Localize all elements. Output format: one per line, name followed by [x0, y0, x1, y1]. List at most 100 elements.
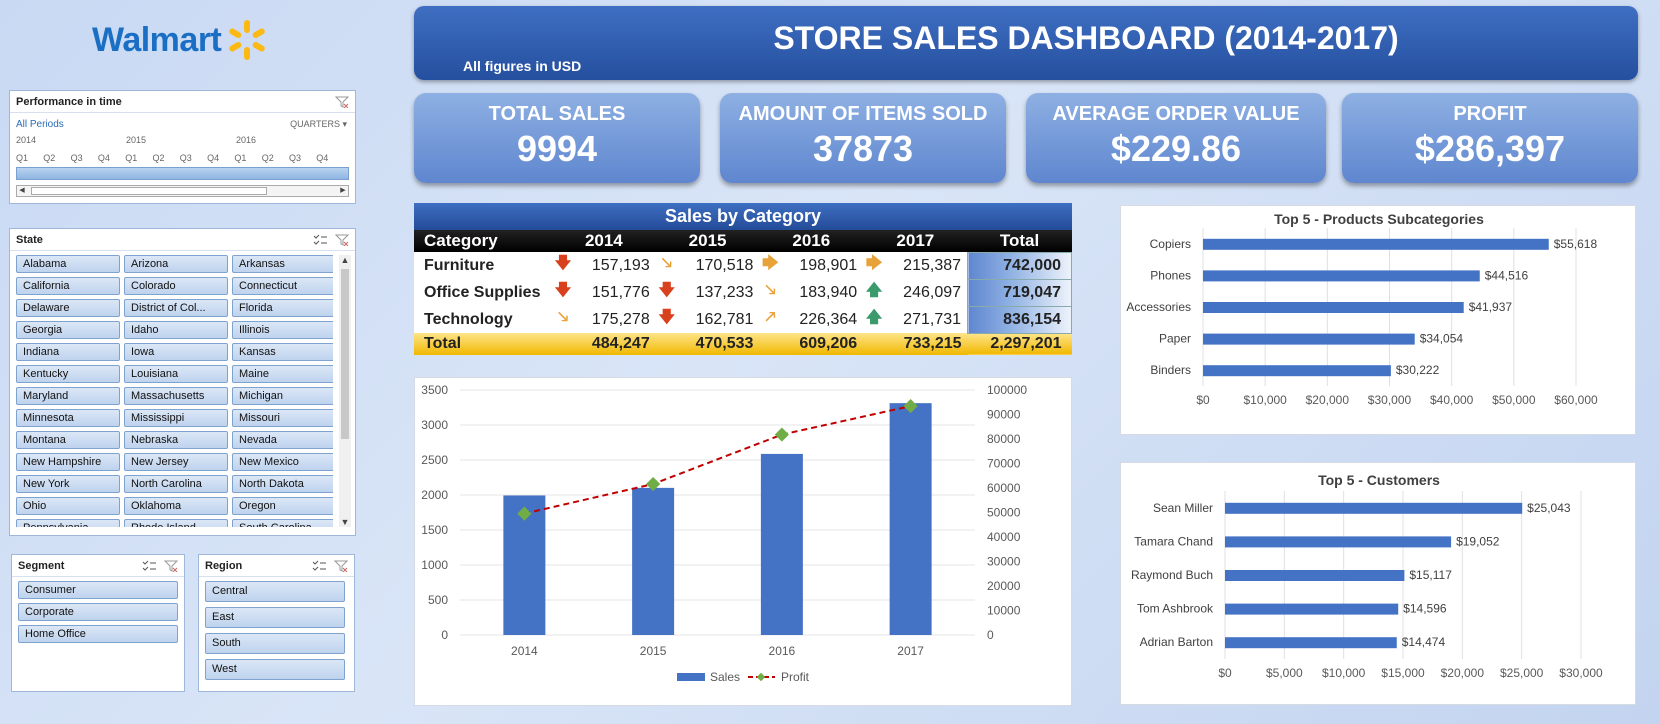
state-scrollbar[interactable]: ▲ ▼	[339, 255, 351, 527]
category-label: Binders	[1150, 363, 1191, 377]
region-item[interactable]: West	[205, 659, 345, 680]
chevron-down-icon: ▾	[342, 119, 347, 129]
multi-select-icon[interactable]	[312, 560, 326, 572]
segment-slicer[interactable]: Segment Consumer Corporate Home Office	[11, 554, 185, 692]
time-level-dropdown[interactable]: QUARTERS ▾	[290, 119, 347, 130]
timeline-quarter[interactable]: Q1	[234, 153, 246, 163]
multi-select-icon[interactable]	[313, 234, 327, 246]
state-item[interactable]: Iowa	[124, 343, 228, 361]
table-cell: 226,364	[799, 310, 858, 328]
clear-filter-icon[interactable]	[334, 560, 348, 572]
category-label: Phones	[1150, 268, 1191, 282]
state-scroll-thumb[interactable]	[341, 269, 349, 439]
timeline-year: 2016	[236, 135, 257, 145]
timeline-quarter[interactable]: Q4	[316, 153, 328, 163]
region-item[interactable]: East	[205, 607, 345, 628]
state-slicer[interactable]: State Alabama Arizona Arkansas California Co…	[9, 228, 356, 536]
state-item[interactable]: Mississippi	[124, 409, 228, 427]
state-item[interactable]: Delaware	[16, 299, 120, 317]
state-item[interactable]: Kentucky	[16, 365, 120, 383]
timeline-slicer[interactable]: Performance in time All Periods QUARTERS…	[9, 90, 356, 204]
state-item[interactable]: Montana	[16, 431, 120, 449]
clear-filter-icon[interactable]	[335, 234, 349, 246]
state-item[interactable]: Michigan	[232, 387, 333, 405]
timeline-quarter[interactable]: Q2	[43, 153, 55, 163]
state-item[interactable]: Massachusetts	[124, 387, 228, 405]
timeline-quarter[interactable]: Q1	[16, 153, 28, 163]
state-item[interactable]: Louisiana	[124, 365, 228, 383]
multi-select-icon[interactable]	[142, 560, 156, 572]
state-item[interactable]: California	[16, 277, 120, 295]
region-slicer[interactable]: Region Central East South West	[198, 554, 355, 692]
timeline-quarter[interactable]: Q3	[71, 153, 83, 163]
timeline-quarter[interactable]: Q1	[125, 153, 137, 163]
state-item[interactable]: Indiana	[16, 343, 120, 361]
state-item[interactable]: New York	[16, 475, 120, 493]
state-item[interactable]: Arkansas	[232, 255, 333, 273]
state-item[interactable]: North Carolina	[124, 475, 228, 493]
table-body: Furniture 🡇 157,193 🡖 170,518 🡆 198,901 🡆 215,38…	[414, 251, 1072, 355]
state-item[interactable]: Pennsylvania	[16, 519, 120, 527]
x-tick: $30,000	[1559, 666, 1603, 680]
state-item[interactable]: New Jersey	[124, 453, 228, 471]
state-item[interactable]: Illinois	[232, 321, 333, 339]
clear-filter-icon[interactable]	[335, 96, 349, 108]
state-item[interactable]: South Carolina	[232, 519, 333, 527]
state-item[interactable]: Maryland	[16, 387, 120, 405]
state-item[interactable]: New Hampshire	[16, 453, 120, 471]
state-item[interactable]: Oklahoma	[124, 497, 228, 515]
state-item[interactable]: Maine	[232, 365, 333, 383]
kpi-average-order-value: AVERAGE ORDER VALUE $229.86	[1026, 93, 1326, 183]
state-item[interactable]: Oregon	[232, 497, 333, 515]
x-tick: 2017	[897, 644, 924, 658]
state-item[interactable]: North Dakota	[232, 475, 333, 493]
state-item[interactable]: Missouri	[232, 409, 333, 427]
scroll-left-icon[interactable]: ◀	[17, 186, 27, 196]
segment-item[interactable]: Corporate	[18, 603, 178, 621]
region-item[interactable]: South	[205, 633, 345, 654]
timeline-selection-bar[interactable]	[16, 167, 349, 180]
total-cell: 733,215	[863, 333, 968, 355]
state-item[interactable]: New Mexico	[232, 453, 333, 471]
y-left-tick: 1000	[421, 558, 448, 572]
timeline-quarter[interactable]: Q3	[180, 153, 192, 163]
state-item[interactable]: Idaho	[124, 321, 228, 339]
table-cell: 271,731	[903, 310, 962, 328]
state-item[interactable]: Rhode Island	[124, 519, 228, 527]
segment-header: Segment	[12, 555, 184, 577]
segment-item[interactable]: Consumer	[18, 581, 178, 599]
y-left-tick: 3000	[421, 418, 448, 432]
clear-filter-icon[interactable]	[164, 560, 178, 572]
state-item[interactable]: District of Col...	[124, 299, 228, 317]
state-item[interactable]: Alabama	[16, 255, 120, 273]
y-left-tick: 3500	[421, 383, 448, 397]
table-total-row: Total 484,247 470,533 609,206 733,215 2,297,2…	[414, 333, 1072, 355]
state-item[interactable]: Nevada	[232, 431, 333, 449]
timeline-quarter[interactable]: Q2	[262, 153, 274, 163]
timeline-scrollbar[interactable]: ◀ ▶	[16, 185, 349, 197]
kpi-label: TOTAL SALES	[488, 103, 626, 125]
region-item[interactable]: Central	[205, 581, 345, 602]
state-item[interactable]: Florida	[232, 299, 333, 317]
segment-item[interactable]: Home Office	[18, 625, 178, 643]
all-periods-link[interactable]: All Periods	[16, 119, 64, 130]
timeline-quarter[interactable]: Q3	[289, 153, 301, 163]
timeline-quarter[interactable]: Q2	[153, 153, 165, 163]
scroll-right-icon[interactable]: ▶	[338, 186, 348, 196]
state-item[interactable]: Kansas	[232, 343, 333, 361]
state-item[interactable]: Arizona	[124, 255, 228, 273]
timeline-quarter[interactable]: Q4	[207, 153, 219, 163]
state-item[interactable]: Minnesota	[16, 409, 120, 427]
scroll-up-icon[interactable]: ▲	[339, 255, 351, 265]
state-item[interactable]: Colorado	[124, 277, 228, 295]
state-item[interactable]: Connecticut	[232, 277, 333, 295]
timeline-scroll-thumb[interactable]	[31, 187, 267, 195]
timeline-quarter[interactable]: Q4	[98, 153, 110, 163]
state-item[interactable]: Nebraska	[124, 431, 228, 449]
state-item[interactable]: Georgia	[16, 321, 120, 339]
timeline-header: Performance in time	[10, 91, 355, 113]
scroll-down-icon[interactable]: ▼	[339, 517, 351, 527]
bar	[1203, 270, 1480, 282]
state-item[interactable]: Ohio	[16, 497, 120, 515]
row-total: 742,000	[967, 251, 1072, 280]
